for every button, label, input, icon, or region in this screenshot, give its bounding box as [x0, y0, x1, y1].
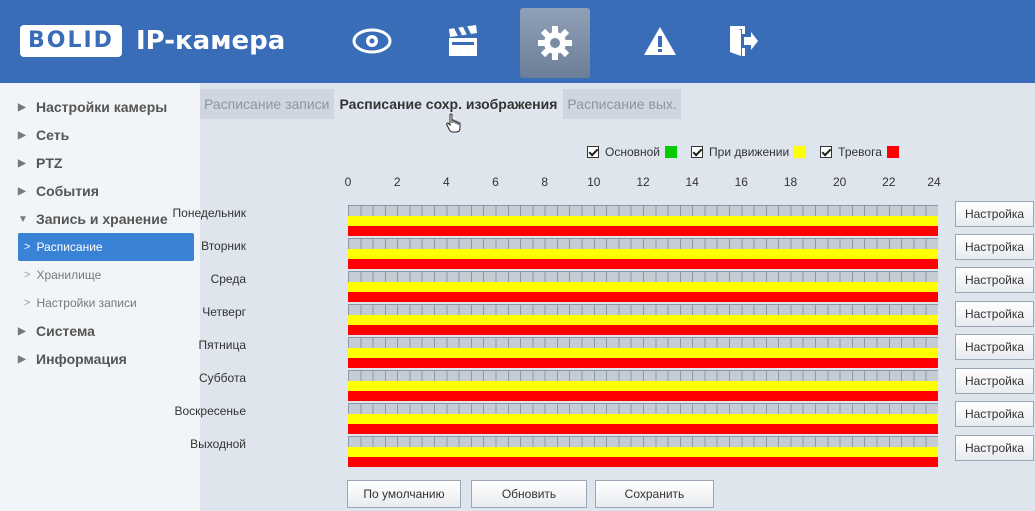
setup-button-thursday[interactable]: Настройка	[955, 301, 1034, 327]
day-label: Четверг	[202, 305, 246, 319]
schedule-row-holiday[interactable]	[348, 436, 938, 468]
hour-tick: 2	[393, 175, 401, 189]
eye-icon[interactable]	[342, 10, 402, 72]
tab-output-schedule[interactable]: Расписание вых.	[563, 89, 681, 119]
hour-tick: 20	[833, 175, 847, 189]
setup-button-friday[interactable]: Настройка	[955, 334, 1034, 360]
sidebar-item-camera-settings[interactable]: ▶ Настройки камеры	[0, 93, 200, 121]
exit-icon[interactable]	[713, 10, 773, 72]
default-button[interactable]: По умолчанию	[347, 480, 461, 508]
save-button[interactable]: Сохранить	[595, 480, 714, 508]
setup-button-monday[interactable]: Настройка	[955, 201, 1034, 227]
checkbox-general[interactable]	[587, 146, 599, 158]
hour-tick: 0	[344, 175, 352, 189]
green-swatch	[665, 146, 678, 158]
setup-button-holiday[interactable]: Настройка	[955, 435, 1034, 461]
hour-tick: 22	[882, 175, 896, 189]
sidebar-item-label: Система	[36, 323, 95, 339]
setup-button-tuesday[interactable]: Настройка	[955, 234, 1034, 260]
legend-label: Основной	[605, 145, 661, 159]
sidebar-item-label: Настройки камеры	[36, 99, 168, 115]
day-label: Вторник	[201, 239, 246, 253]
sidebar-item-label: Сеть	[36, 127, 70, 143]
logo: BOLID IP-камера	[20, 22, 285, 60]
product-name: IP-камера	[135, 26, 286, 56]
setup-button-wednesday[interactable]: Настройка	[955, 267, 1034, 293]
hour-axis: 0 2 4 6 8 10 12 14 16 18 20 22 24	[344, 175, 941, 191]
hour-tick: 24	[927, 175, 941, 189]
hour-tick: 16	[734, 175, 748, 189]
day-label: Воскресенье	[174, 404, 246, 418]
schedule-row-monday[interactable]	[348, 205, 938, 237]
brand-logo: BOLID	[20, 25, 122, 57]
triangle-right-icon: ▶	[18, 129, 26, 141]
refresh-button[interactable]: Обновить	[471, 480, 587, 508]
day-label: Выходной	[190, 437, 246, 451]
hand-cursor-icon	[446, 113, 464, 136]
legend-label: Тревога	[838, 145, 882, 159]
yellow-swatch	[794, 146, 807, 158]
sidebar-subitem-label: Настройки записи	[36, 296, 137, 310]
triangle-right-icon: ▶	[18, 185, 26, 197]
hour-tick: 12	[636, 175, 650, 189]
legend-motion[interactable]: При движении	[691, 145, 807, 159]
chevron-right-icon: >	[24, 269, 31, 281]
day-label: Суббота	[199, 371, 246, 385]
red-swatch	[886, 146, 899, 158]
triangle-right-icon: ▶	[18, 157, 26, 169]
sidebar-item-label: PTZ	[36, 155, 63, 171]
schedule-grid[interactable]: Понедельник Вторник Среда Четверг Пятниц…	[173, 196, 938, 468]
schedule-row-sunday[interactable]	[348, 403, 938, 435]
day-label: Среда	[210, 272, 246, 286]
chevron-right-icon: >	[24, 241, 31, 253]
hour-tick: 14	[685, 175, 699, 189]
sidebar-item-events[interactable]: ▶ События	[0, 177, 200, 205]
legend-alarm[interactable]: Тревога	[820, 145, 899, 159]
schedule-row-wednesday[interactable]	[348, 271, 938, 303]
legend: Основной При движении Тревога	[587, 145, 913, 159]
clapperboard-icon[interactable]	[433, 10, 493, 72]
legend-general[interactable]: Основной	[587, 145, 678, 159]
sidebar-subitem-label: Расписание	[36, 240, 103, 254]
setup-button-saturday[interactable]: Настройка	[955, 368, 1034, 394]
day-label: Пятница	[198, 338, 247, 352]
warning-icon[interactable]	[630, 10, 690, 72]
triangle-down-icon: ▼	[18, 213, 28, 225]
hour-tick: 10	[587, 175, 601, 189]
gear-icon[interactable]	[520, 8, 590, 78]
sidebar-item-label: События	[36, 183, 99, 199]
setup-button-sunday[interactable]: Настройка	[955, 401, 1034, 427]
sidebar-item-ptz[interactable]: ▶ PTZ	[0, 149, 200, 177]
hour-tick: 18	[783, 175, 798, 189]
schedule-row-tuesday[interactable]	[348, 238, 938, 270]
hour-tick: 6	[492, 175, 499, 189]
hour-tick: 8	[541, 175, 549, 189]
chevron-right-icon: >	[24, 297, 31, 309]
triangle-right-icon: ▶	[18, 101, 26, 113]
sidebar-item-network[interactable]: ▶ Сеть	[0, 121, 200, 149]
triangle-right-icon: ▶	[18, 353, 26, 365]
hour-tick: 4	[442, 175, 450, 189]
tab-record-schedule[interactable]: Расписание записи	[200, 89, 334, 119]
sidebar-subitem-label: Хранилище	[36, 268, 102, 282]
day-label: Понедельник	[172, 206, 246, 220]
schedule-row-thursday[interactable]	[348, 304, 938, 336]
schedule-row-friday[interactable]	[348, 337, 938, 369]
checkbox-alarm[interactable]	[820, 146, 833, 158]
checkbox-motion[interactable]	[691, 146, 704, 158]
top-header: BOLID IP-камера	[0, 0, 1035, 83]
sidebar-item-label: Информация	[36, 351, 127, 367]
legend-label: При движении	[709, 145, 790, 159]
main-content: Расписание записи Расписание сохр. изобр…	[173, 83, 1035, 511]
triangle-right-icon: ▶	[18, 325, 26, 337]
tab-bar: Расписание записи Расписание сохр. изобр…	[200, 89, 683, 119]
schedule-row-saturday[interactable]	[348, 370, 938, 402]
